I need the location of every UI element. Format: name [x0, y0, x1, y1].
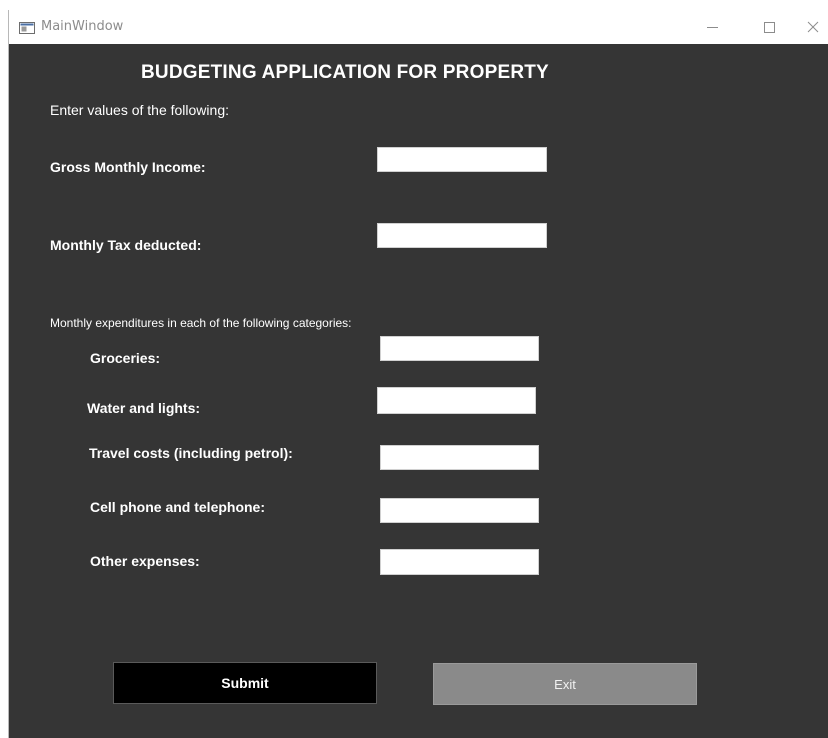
travel-costs-label: Travel costs (including petrol): — [89, 445, 293, 461]
main-window: MainWindow BUDGETING APPLICATION FOR PRO… — [8, 10, 828, 738]
window-title: MainWindow — [41, 19, 124, 34]
close-icon — [807, 21, 819, 33]
groceries-input[interactable] — [380, 336, 539, 361]
form-panel: BUDGETING APPLICATION FOR PROPERTY Enter… — [9, 44, 828, 738]
exit-button[interactable]: Exit — [433, 663, 697, 705]
phone-input[interactable] — [380, 498, 539, 523]
minimize-icon — [707, 27, 718, 28]
gross-income-label: Gross Monthly Income: — [50, 159, 206, 175]
water-lights-label: Water and lights: — [87, 400, 201, 416]
window-app-icon — [19, 21, 35, 34]
gross-income-input[interactable] — [377, 147, 547, 172]
water-lights-input[interactable] — [377, 387, 536, 414]
title-bar[interactable]: MainWindow — [9, 10, 828, 44]
maximize-button[interactable] — [749, 14, 789, 40]
submit-button[interactable]: Submit — [113, 662, 377, 704]
maximize-icon — [764, 22, 775, 33]
other-expenses-input[interactable] — [380, 549, 539, 575]
page-title: BUDGETING APPLICATION FOR PROPERTY — [141, 62, 549, 83]
travel-costs-input[interactable] — [380, 445, 539, 470]
tax-deducted-input[interactable] — [377, 223, 547, 248]
instructions-text: Enter values of the following: — [50, 102, 229, 118]
expenditures-caption: Monthly expenditures in each of the foll… — [50, 316, 352, 330]
groceries-label: Groceries: — [90, 350, 161, 366]
minimize-button[interactable] — [693, 14, 733, 40]
tax-deducted-label: Monthly Tax deducted: — [50, 237, 202, 253]
close-button[interactable] — [797, 14, 828, 40]
phone-label: Cell phone and telephone: — [90, 499, 266, 515]
other-expenses-label: Other expenses: — [90, 553, 200, 569]
